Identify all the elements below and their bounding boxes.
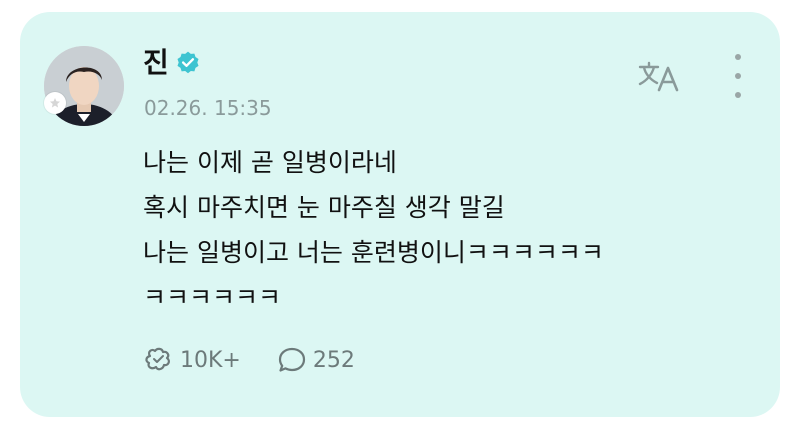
avatar-image [44, 46, 124, 126]
post-timestamp: 02.26. 15:35 [144, 96, 272, 120]
comment-button[interactable]: 252 [277, 346, 355, 374]
post-body-line: 나는 일병이고 너는 훈련병이니ㅋㅋㅋㅋㅋㅋ [143, 238, 604, 267]
more-vertical-icon [735, 54, 741, 60]
translate-icon [638, 61, 679, 92]
post-body-line: ㅋㅋㅋㅋㅋㅋ [143, 283, 282, 312]
speech-bubble-icon [278, 347, 305, 372]
author-name-row: 진 [143, 46, 201, 80]
post-body-line: 나는 이제 곧 일병이라네 [143, 148, 397, 177]
more-options-button[interactable] [728, 54, 748, 98]
comment-count: 252 [312, 347, 355, 373]
post-body: 나는 이제 곧 일병이라네 혹시 마주치면 눈 마주칠 생각 말길 나는 일병이… [143, 140, 743, 320]
author-name[interactable]: 진 [143, 46, 169, 80]
like-button[interactable]: 10K+ [144, 346, 241, 374]
sparkle-heart-icon [145, 347, 170, 371]
translate-button[interactable] [636, 56, 682, 96]
star-icon [44, 92, 66, 114]
verified-check-icon [175, 50, 201, 76]
avatar[interactable] [44, 46, 124, 126]
post-body-line: 혹시 마주치면 눈 마주칠 생각 말길 [143, 193, 505, 222]
like-count: 10K+ [180, 347, 241, 373]
post-actions: 10K+ 252 [144, 346, 355, 374]
